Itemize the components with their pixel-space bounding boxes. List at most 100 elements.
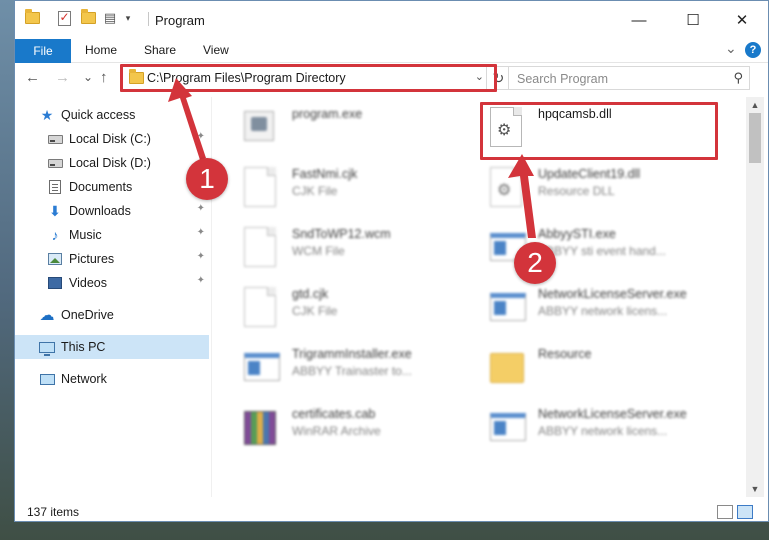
file-item[interactable]: SndToWP12.wcm WCM File bbox=[240, 223, 480, 279]
file-name: FastNmi.cjk bbox=[292, 167, 358, 181]
help-icon[interactable]: ? bbox=[745, 42, 761, 58]
item-count: 137 items bbox=[27, 505, 80, 519]
file-item[interactable]: gtd.cjk CJK File bbox=[240, 283, 480, 339]
installer-icon bbox=[244, 107, 280, 147]
sidebar-item-label: This PC bbox=[61, 340, 106, 354]
large-icons-view-icon[interactable] bbox=[737, 505, 753, 519]
new-folder-icon[interactable] bbox=[79, 9, 97, 27]
expand-ribbon-icon[interactable]: ⌄ bbox=[725, 40, 737, 57]
file-item[interactable]: FastNmi.cjk CJK File bbox=[240, 163, 480, 219]
file-type: ABBYY network licens... bbox=[538, 424, 668, 438]
sidebar-item-label: Network bbox=[61, 372, 107, 386]
pictures-icon bbox=[47, 251, 63, 267]
documents-icon bbox=[47, 179, 63, 195]
status-bar: 137 items bbox=[15, 501, 768, 521]
sidebar-item-pictures[interactable]: Pictures ✦ bbox=[15, 247, 209, 271]
tab-file[interactable]: File bbox=[15, 39, 71, 63]
pin-icon[interactable]: ✦ bbox=[197, 275, 205, 286]
sidebar-item-network[interactable]: Network bbox=[15, 367, 209, 391]
step-1-badge: 1 bbox=[186, 158, 228, 200]
file-type: Resource DLL bbox=[538, 184, 615, 198]
folder-icon bbox=[23, 9, 41, 27]
file-name: NetworkLicenseServer.exe bbox=[538, 407, 687, 421]
vertical-scrollbar[interactable]: ▲ ▼ bbox=[746, 97, 764, 497]
up-button[interactable]: ↑ bbox=[100, 69, 108, 86]
scroll-down-icon[interactable]: ▼ bbox=[746, 481, 764, 497]
dll-gear-icon: ⚙ bbox=[490, 167, 526, 207]
close-button[interactable]: ✕ bbox=[719, 1, 765, 39]
videos-icon bbox=[47, 275, 63, 291]
sidebar-item-quick-access[interactable]: ★ Quick access bbox=[15, 103, 209, 127]
search-icon[interactable]: ⚲ bbox=[733, 70, 743, 86]
sidebar-item-onedrive[interactable]: ☁ OneDrive bbox=[15, 303, 209, 327]
file-item[interactable]: Resource bbox=[486, 343, 726, 399]
minimize-button[interactable]: — bbox=[616, 1, 662, 39]
file-item[interactable]: program.exe bbox=[240, 103, 480, 159]
ribbon-tabs: File Home Share View ⌄ ? bbox=[15, 39, 768, 63]
details-view-icon[interactable] bbox=[717, 505, 733, 519]
pin-icon[interactable]: ✦ bbox=[197, 203, 205, 214]
file-name: gtd.cjk bbox=[292, 287, 329, 301]
folder-icon bbox=[129, 69, 144, 84]
file-explorer-window: ▤ ▾ Program — ☐ ✕ File Home Share View ⌄… bbox=[14, 0, 769, 522]
sidebar-item-local-disk-d[interactable]: Local Disk (D:) bbox=[15, 151, 209, 175]
navigation-pane: ★ Quick access Local Disk (C:) ✦ Local D… bbox=[15, 97, 211, 497]
toolbar-dropdown-icon[interactable]: ▾ bbox=[119, 9, 137, 27]
dll-gear-icon: ⚙ bbox=[490, 107, 526, 147]
search-input[interactable]: Search Program bbox=[517, 72, 608, 86]
disk-icon bbox=[47, 131, 63, 147]
downloads-icon: ⬇ bbox=[49, 202, 61, 219]
recent-locations-button[interactable]: ⌄ bbox=[83, 70, 93, 84]
music-icon: ♪ bbox=[51, 227, 59, 243]
file-type: ABBYY sti event hand... bbox=[538, 244, 666, 258]
sidebar-item-label: Music bbox=[69, 228, 102, 242]
file-name: hpqcamsb.dll bbox=[538, 107, 612, 121]
customize-toolbar-icon[interactable]: ▤ bbox=[101, 9, 119, 27]
address-dropdown-icon[interactable]: ⌄ bbox=[475, 70, 484, 83]
sidebar-item-label: Documents bbox=[69, 180, 133, 194]
sidebar-item-local-disk-c[interactable]: Local Disk (C:) ✦ bbox=[15, 127, 209, 151]
back-button[interactable]: ← bbox=[25, 69, 40, 86]
file-name: AbbyySTI.exe bbox=[538, 227, 616, 241]
properties-icon[interactable] bbox=[55, 9, 73, 27]
tab-home[interactable]: Home bbox=[85, 43, 117, 57]
app-icon bbox=[244, 347, 280, 387]
sidebar-item-label: Pictures bbox=[69, 252, 115, 266]
file-item-hpqcamsb-dll[interactable]: ⚙ hpqcamsb.dll bbox=[486, 103, 726, 159]
file-item[interactable]: NetworkLicenseServer.exe ABBYY network l… bbox=[486, 403, 726, 459]
search-box[interactable]: Search Program ⚲ bbox=[508, 66, 750, 90]
file-item[interactable]: TrigrammInstaller.exe ABBYY Trainaster t… bbox=[240, 343, 480, 399]
file-item[interactable]: certificates.cab WinRAR Archive bbox=[240, 403, 480, 459]
scroll-thumb[interactable] bbox=[749, 113, 761, 163]
file-name: SndToWP12.wcm bbox=[292, 227, 391, 241]
sidebar-item-music[interactable]: ♪ Music ✦ bbox=[15, 223, 209, 247]
archive-icon bbox=[244, 407, 280, 447]
file-type: WCM File bbox=[292, 244, 345, 258]
address-path[interactable]: C:\Program Files\Program Directory bbox=[147, 71, 346, 85]
file-item[interactable]: ⚙ UpdateClient19.dll Resource DLL bbox=[486, 163, 726, 219]
page-icon bbox=[244, 227, 280, 267]
sidebar-item-downloads[interactable]: ⬇ Downloads ✦ bbox=[15, 199, 209, 223]
file-item[interactable]: NetworkLicenseServer.exe ABBYY network l… bbox=[486, 283, 726, 339]
forward-button[interactable]: → bbox=[55, 69, 70, 86]
sidebar-item-this-pc[interactable]: This PC bbox=[15, 335, 209, 359]
pin-icon[interactable]: ✦ bbox=[197, 227, 205, 238]
disk-icon bbox=[47, 155, 63, 171]
tab-share[interactable]: Share bbox=[144, 43, 176, 57]
file-type: ABBYY Trainaster to... bbox=[292, 364, 412, 378]
maximize-button[interactable]: ☐ bbox=[670, 1, 716, 39]
app-icon bbox=[490, 407, 526, 447]
tab-view[interactable]: View bbox=[203, 43, 229, 57]
sidebar-item-label: Videos bbox=[69, 276, 107, 290]
step-2-badge: 2 bbox=[514, 242, 556, 284]
star-icon: ★ bbox=[40, 106, 54, 123]
refresh-button[interactable]: ↻ bbox=[486, 67, 510, 89]
scroll-up-icon[interactable]: ▲ bbox=[746, 97, 764, 113]
sidebar-item-videos[interactable]: Videos ✦ bbox=[15, 271, 209, 295]
sidebar-item-documents[interactable]: Documents bbox=[15, 175, 209, 199]
file-name: TrigrammInstaller.exe bbox=[292, 347, 412, 361]
sidebar-item-label: OneDrive bbox=[61, 308, 114, 322]
address-bar[interactable]: C:\Program Files\Program Directory ⌄ ↻ bbox=[122, 66, 511, 90]
navigation-bar: ← → ⌄ ↑ C:\Program Files\Program Directo… bbox=[15, 63, 768, 95]
pin-icon[interactable]: ✦ bbox=[197, 251, 205, 262]
